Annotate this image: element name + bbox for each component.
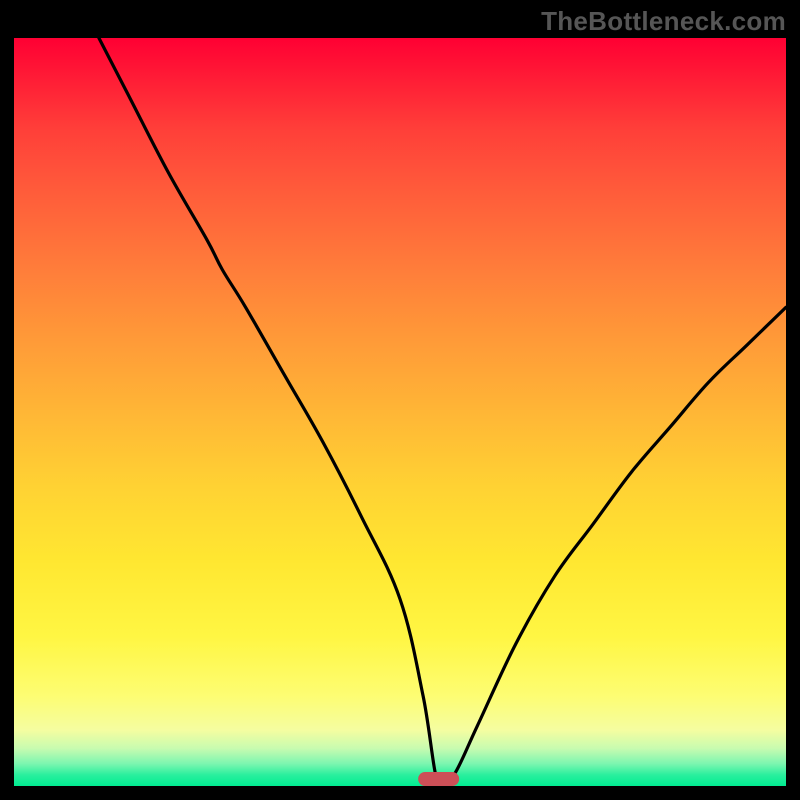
- curve-svg: [14, 38, 786, 786]
- plot-area: [14, 38, 786, 786]
- bottleneck-curve: [99, 38, 786, 786]
- optimal-marker: [418, 772, 460, 786]
- watermark-text: TheBottleneck.com: [541, 6, 786, 37]
- chart-frame: TheBottleneck.com: [0, 0, 800, 800]
